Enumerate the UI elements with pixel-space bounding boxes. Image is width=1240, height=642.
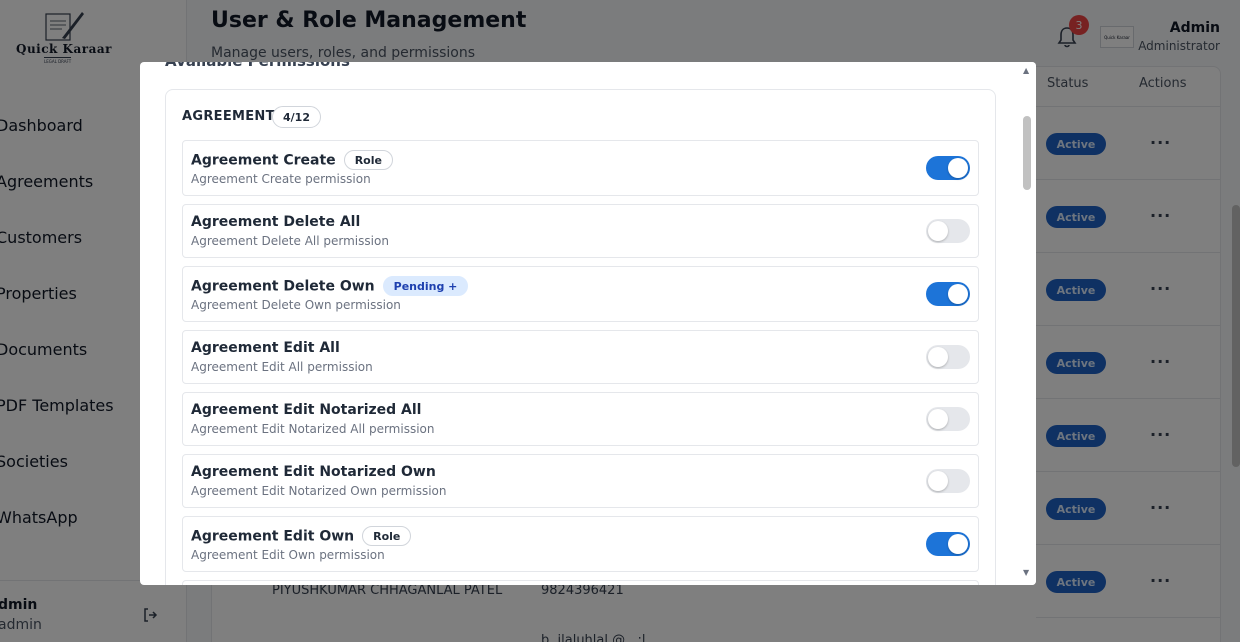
- modal-heading: Available Permissions: [165, 62, 350, 70]
- permission-toggle[interactable]: [926, 532, 970, 556]
- toggle-knob: [928, 221, 948, 241]
- permission-name: Agreement Delete Own Pending +: [191, 276, 469, 296]
- toggle-knob: [928, 471, 948, 491]
- permission-name: Agreement Edit Notarized All: [191, 402, 422, 418]
- permission-row-agreement-edit-all: Agreement Edit All Agreement Edit All pe…: [182, 330, 979, 384]
- permission-name: Agreement Edit All: [191, 340, 340, 356]
- toggle-knob: [928, 347, 948, 367]
- permission-row-agreement-edit-notarized-own: Agreement Edit Notarized Own Agreement E…: [182, 454, 979, 508]
- scroll-thumb[interactable]: [1023, 116, 1031, 190]
- toggle-knob: [948, 158, 968, 178]
- permission-description: Agreement Delete All permission: [191, 234, 389, 248]
- toggle-knob: [948, 284, 968, 304]
- scroll-down-arrow-icon[interactable]: ▼: [1023, 568, 1029, 577]
- permission-description: Agreement Edit Notarized Own permission: [191, 484, 447, 498]
- permission-row-agreement-delete-all: Agreement Delete All Agreement Delete Al…: [182, 204, 979, 258]
- role-tag: Role: [343, 150, 393, 170]
- permission-row-agreement-edit-own: Agreement Edit Own Role Agreement Edit Ow…: [182, 516, 979, 572]
- permission-row-agreement-delete-own: Agreement Delete Own Pending + Agreement …: [182, 266, 979, 322]
- permission-description: Agreement Edit All permission: [191, 360, 373, 374]
- modal-scrollbar[interactable]: ▲ ▼: [1020, 62, 1036, 585]
- permission-name: Agreement Create Role: [191, 150, 393, 170]
- toggle-knob: [928, 409, 948, 429]
- permission-description: Agreement Delete Own permission: [191, 298, 401, 312]
- permission-group-agreement: AGREEMENT 4/12 Agreement Create Role Agre…: [165, 89, 996, 585]
- permission-toggle[interactable]: [926, 156, 970, 180]
- permission-toggle[interactable]: [926, 345, 970, 369]
- scroll-up-arrow-icon[interactable]: ▲: [1023, 66, 1029, 75]
- pending-tag: Pending +: [382, 276, 469, 296]
- permission-label: Agreement Create: [191, 152, 336, 169]
- permission-row-agreement-create: Agreement Create Role Agreement Create pe…: [182, 140, 979, 196]
- permission-toggle[interactable]: [926, 282, 970, 306]
- permission-label: Agreement Edit Own: [191, 528, 355, 545]
- permission-toggle[interactable]: [926, 469, 970, 493]
- permission-row-partial: [182, 580, 979, 585]
- permission-toggle[interactable]: [926, 407, 970, 431]
- permission-name: Agreement Delete All: [191, 214, 361, 230]
- permission-description: Agreement Edit Own permission: [191, 548, 385, 562]
- group-title: AGREEMENT: [182, 109, 275, 124]
- permission-description: Agreement Edit Notarized All permission: [191, 422, 435, 436]
- permission-description: Agreement Create permission: [191, 172, 371, 186]
- group-count-badge: 4/12: [272, 106, 321, 128]
- permission-toggle[interactable]: [926, 219, 970, 243]
- permission-row-agreement-edit-notarized-all: Agreement Edit Notarized All Agreement E…: [182, 392, 979, 446]
- permissions-modal: Available Permissions AGREEMENT 4/12 Agr…: [140, 62, 1036, 585]
- permission-label: Agreement Delete Own: [191, 278, 375, 295]
- permission-name: Agreement Edit Own Role: [191, 526, 412, 546]
- permission-name: Agreement Edit Notarized Own: [191, 464, 436, 480]
- toggle-knob: [948, 534, 968, 554]
- role-tag: Role: [362, 526, 412, 546]
